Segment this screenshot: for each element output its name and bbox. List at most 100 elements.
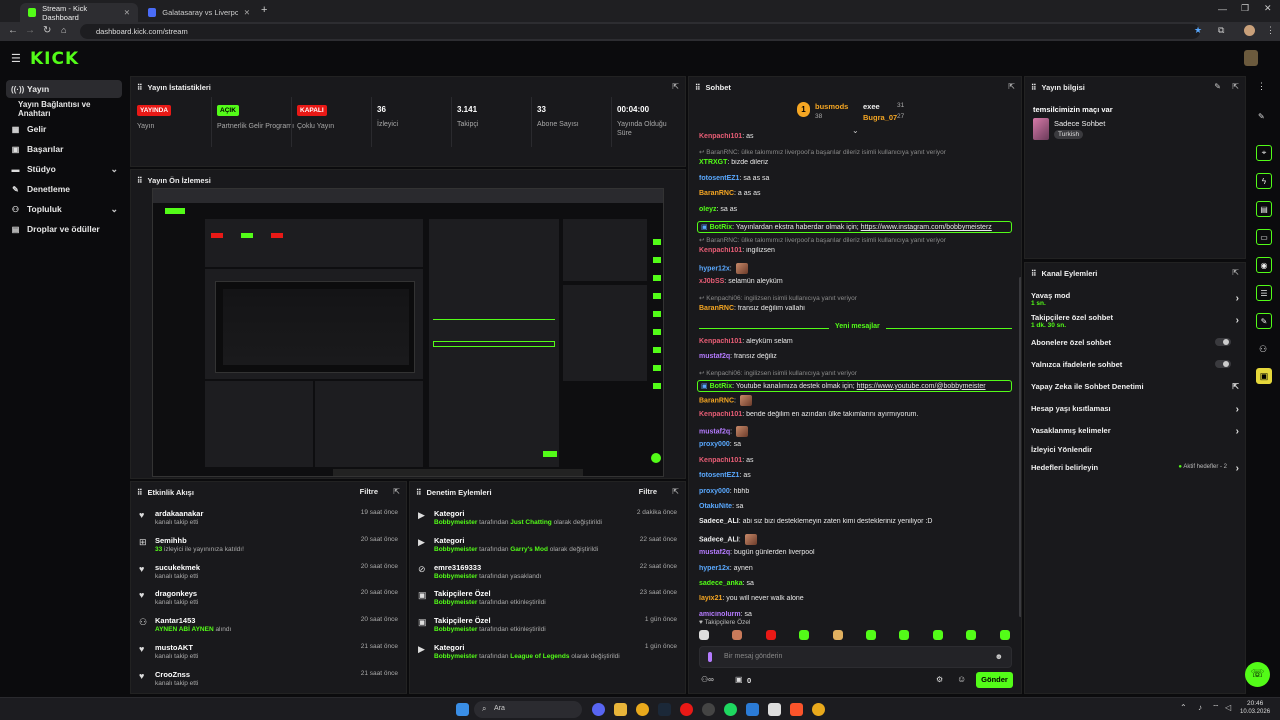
windows-start-icon[interactable] bbox=[456, 703, 469, 716]
chat-username[interactable]: layix21 bbox=[699, 595, 722, 602]
action-emotes-only[interactable]: Yalnızca ifadelerle sohbet bbox=[1031, 360, 1239, 369]
minimize-icon[interactable]: — bbox=[1218, 4, 1227, 14]
user-avatar[interactable] bbox=[1244, 50, 1258, 66]
sidebar-item-droplar[interactable]: ▤ Droplar ve ödüller bbox=[6, 220, 122, 238]
filter-button[interactable]: Filtre bbox=[639, 487, 657, 496]
sidebar-item-basarilar[interactable]: ▣ Başarılar bbox=[6, 140, 122, 158]
back-icon[interactable]: ← bbox=[8, 25, 18, 36]
vscode-icon[interactable] bbox=[746, 703, 759, 716]
popout-icon[interactable]: ⇱ bbox=[1008, 82, 1015, 91]
quick-emote[interactable] bbox=[699, 630, 709, 640]
chat-username[interactable]: mustaf2q bbox=[699, 428, 730, 435]
modlog-actor[interactable]: Bobbymeister bbox=[434, 653, 477, 660]
chevron-down-icon[interactable]: ⌄ bbox=[110, 204, 118, 215]
highlight-icon[interactable]: ▣ bbox=[1256, 368, 1272, 384]
sidebar-item-studyo[interactable]: ▬ Stüdyo ⌄ bbox=[6, 160, 122, 178]
emoji-picker-icon[interactable]: ☻ bbox=[995, 652, 1003, 661]
chat-input[interactable]: Bir mesaj gönderin ☻ bbox=[699, 646, 1012, 668]
activity-username[interactable]: mustoAKT bbox=[155, 643, 193, 652]
layers-icon[interactable]: ☰ bbox=[1256, 285, 1272, 301]
action-account-age[interactable]: Hesap yaşı kısıtlaması › bbox=[1031, 404, 1239, 415]
action-raid[interactable]: İzleyici Yönlendir bbox=[1031, 445, 1239, 454]
popout-icon[interactable]: ⇱ bbox=[393, 487, 400, 496]
url-field[interactable]: dashboard.kick.com/stream bbox=[80, 24, 1200, 39]
chat-username[interactable]: Sadece_ALI bbox=[699, 518, 739, 525]
leader-name[interactable]: busmods bbox=[815, 102, 848, 111]
drag-handle-icon[interactable]: ⠿ bbox=[1031, 83, 1037, 92]
quick-emote[interactable] bbox=[866, 630, 876, 640]
chat-username[interactable]: BotRix bbox=[710, 383, 733, 390]
new-tab-icon[interactable]: + bbox=[261, 4, 267, 16]
modlog-actor[interactable]: Bobbymeister bbox=[434, 519, 477, 526]
hamburger-menu-icon[interactable]: ☰ bbox=[11, 52, 21, 65]
action-ai-moderation[interactable]: Yapay Zeka ile Sohbet Denetimi ⇱ bbox=[1031, 382, 1239, 391]
taskbar-search[interactable]: ⌕ Ara bbox=[474, 701, 582, 718]
quick-emote[interactable] bbox=[899, 630, 910, 640]
quick-emote[interactable] bbox=[765, 630, 776, 640]
kick-logo[interactable]: KICK bbox=[30, 49, 79, 69]
activity-username[interactable]: sucukekmek bbox=[155, 563, 200, 572]
drag-handle-icon[interactable]: ⠿ bbox=[137, 176, 143, 185]
action-subscribers-only[interactable]: Abonelere özel sohbet bbox=[1031, 338, 1239, 347]
tray-up-icon[interactable]: ⌃ bbox=[1180, 703, 1187, 712]
lightning-icon[interactable]: ϟ bbox=[1256, 173, 1272, 189]
leader-name[interactable]: exee bbox=[863, 102, 880, 111]
popout-icon[interactable]: ⇱ bbox=[672, 82, 679, 91]
sidebar-item-stream-key[interactable]: Yayın Bağlantısı ve Anahtarı bbox=[6, 100, 122, 118]
chat-bubble-icon[interactable]: ▭ bbox=[1256, 229, 1272, 245]
chat-username[interactable]: mustaf2q bbox=[699, 549, 730, 556]
quick-emote[interactable] bbox=[932, 630, 943, 640]
sidebar-item-denetleme[interactable]: ✎ Denetleme bbox=[6, 180, 122, 198]
clock-date[interactable]: 10.03.2026 bbox=[1240, 709, 1270, 715]
chat-username[interactable]: BaranRNC bbox=[699, 190, 734, 197]
chat-username[interactable]: hyper12x bbox=[699, 565, 730, 572]
bookmark-star-icon[interactable]: ★ bbox=[1194, 25, 1202, 36]
chat-username[interactable]: mustaf2q bbox=[699, 353, 730, 360]
send-button[interactable]: Gönder bbox=[976, 672, 1013, 688]
chat-username[interactable]: proxy000 bbox=[699, 441, 730, 448]
broadcast-icon[interactable]: ◉ bbox=[1256, 257, 1272, 273]
chat-link[interactable]: https://www.youtube.com/@bobbymeister bbox=[857, 383, 986, 390]
leader-name[interactable]: Bugra_07 bbox=[863, 113, 897, 122]
chevron-right-icon[interactable]: › bbox=[1236, 463, 1239, 474]
chat-username[interactable]: fotosentEZ1 bbox=[699, 175, 739, 182]
chat-username[interactable]: fotosentEZ1 bbox=[699, 472, 739, 479]
drag-handle-icon[interactable]: ⠿ bbox=[137, 488, 143, 497]
chevron-right-icon[interactable]: › bbox=[1236, 426, 1239, 437]
modlog-actor[interactable]: Bobbymeister bbox=[434, 546, 477, 553]
clock-time[interactable]: 20:46 bbox=[1247, 700, 1263, 707]
subscribers-only-toggle[interactable] bbox=[1215, 338, 1231, 346]
drag-handle-icon[interactable]: ⠿ bbox=[137, 83, 143, 92]
close-tab-icon[interactable]: ✕ bbox=[124, 8, 130, 17]
chat-username[interactable]: BaranRNC bbox=[699, 305, 734, 312]
chrome-icon[interactable] bbox=[636, 703, 649, 716]
browser-menu-icon[interactable]: ⋮ bbox=[1266, 25, 1275, 36]
home-icon[interactable]: ⌂ bbox=[61, 25, 66, 35]
chat-username[interactable]: BaranRNC bbox=[699, 398, 734, 405]
chat-username[interactable]: Kenpachi101 bbox=[699, 338, 742, 345]
chevron-right-icon[interactable]: › bbox=[1236, 315, 1239, 326]
chevron-right-icon[interactable]: › bbox=[1236, 404, 1239, 415]
file-explorer-icon[interactable] bbox=[614, 703, 627, 716]
volume-icon[interactable]: ◁ bbox=[1225, 703, 1231, 712]
activity-username[interactable]: Semihhb bbox=[155, 536, 187, 545]
extensions-icon[interactable]: ⧉ bbox=[1218, 25, 1224, 36]
chat-username[interactable]: hyper12x bbox=[699, 265, 730, 272]
filter-button[interactable]: Filtre bbox=[360, 487, 378, 496]
pencil-icon[interactable]: ✎ bbox=[1258, 112, 1265, 121]
emote-icon[interactable]: ☺ bbox=[957, 674, 966, 684]
popout-icon[interactable]: ⇱ bbox=[672, 487, 679, 496]
external-link-icon[interactable]: ⇱ bbox=[1232, 382, 1239, 391]
quick-emote[interactable] bbox=[966, 630, 977, 640]
chevron-down-icon[interactable]: ⌄ bbox=[110, 164, 118, 175]
activity-username[interactable]: CrooZnss bbox=[155, 670, 190, 679]
raid-icon[interactable]: ⌖ bbox=[1256, 145, 1272, 161]
drag-handle-icon[interactable]: ⠿ bbox=[416, 488, 422, 497]
modlog-actor[interactable]: Bobbymeister bbox=[434, 626, 477, 633]
community-icon[interactable]: ⚇ bbox=[1259, 344, 1267, 355]
sidebar-item-topluluk[interactable]: ⚇ Topluluk ⌄ bbox=[6, 200, 122, 218]
chat-username[interactable]: amicinolurm bbox=[699, 611, 741, 618]
chat-username[interactable]: XTRXGT bbox=[699, 159, 727, 166]
network-icon[interactable]: ⌔ bbox=[1212, 703, 1220, 713]
modlog-actor[interactable]: Bobbymeister bbox=[434, 573, 477, 580]
